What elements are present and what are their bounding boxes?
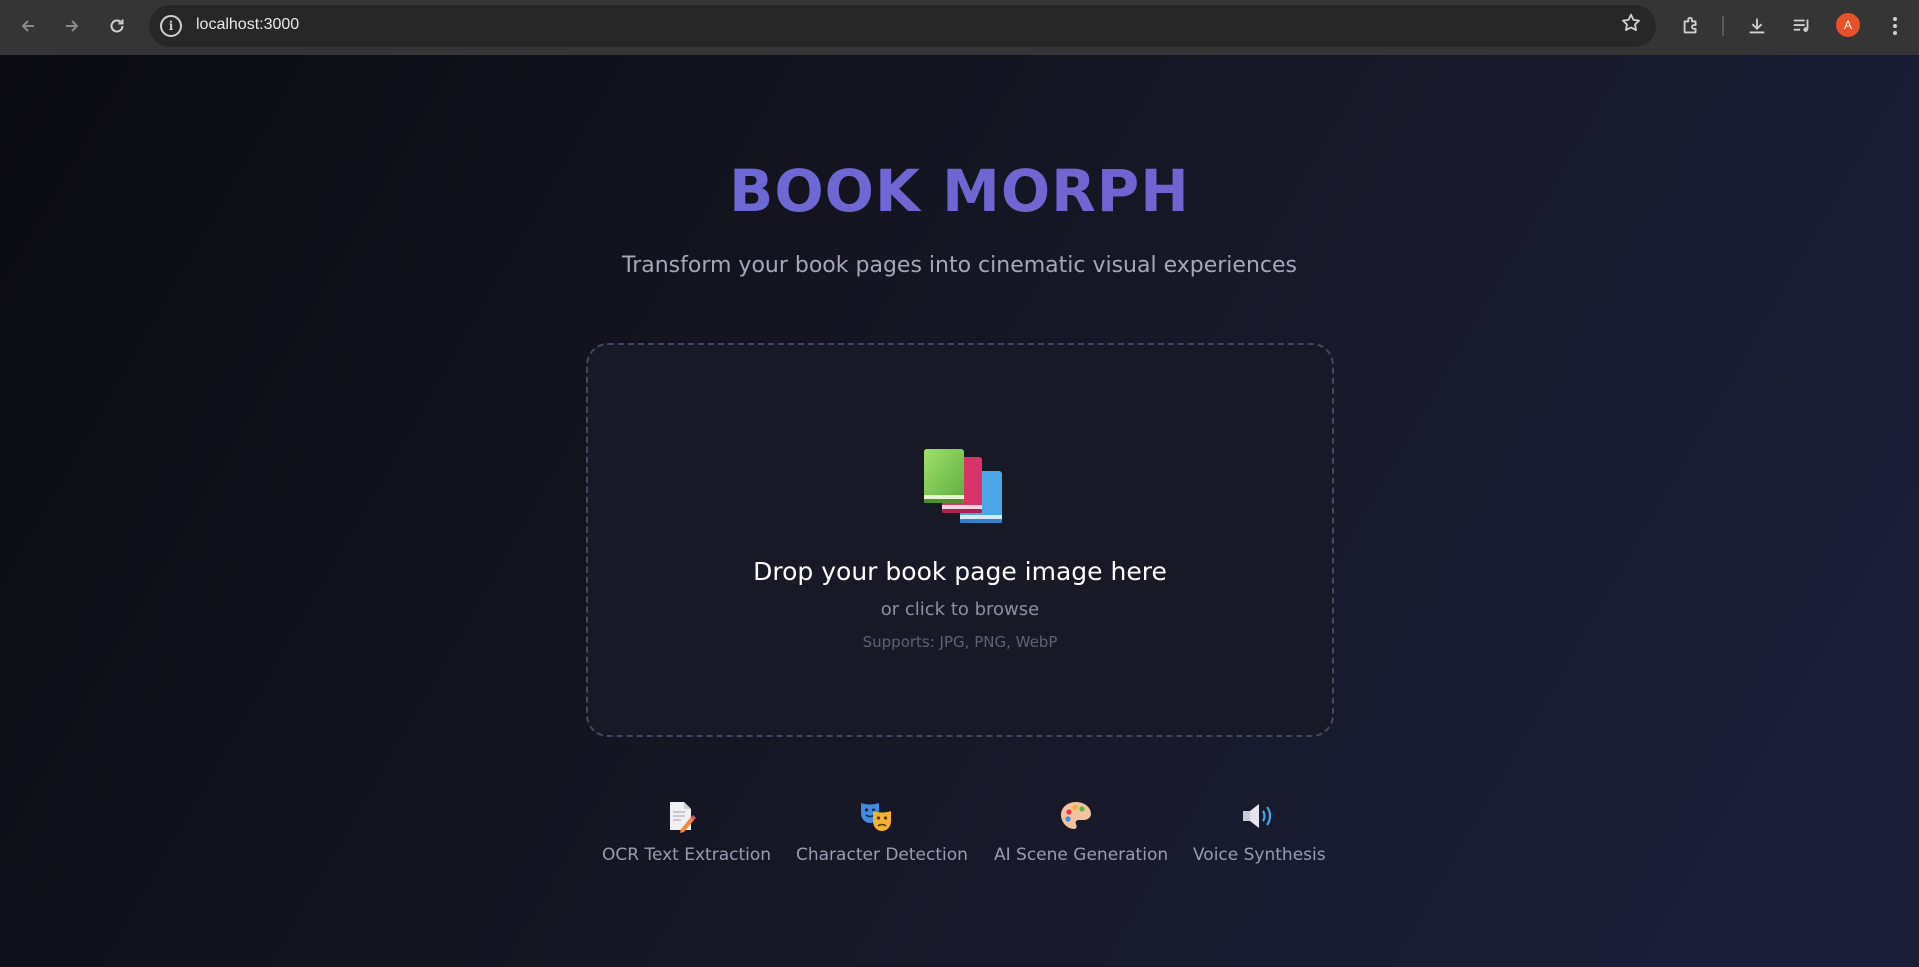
dropzone-browse-text[interactable]: or click to browse xyxy=(588,599,1332,620)
menu-dots-icon[interactable] xyxy=(1880,8,1910,44)
toolbar-divider xyxy=(1722,16,1724,36)
feature-scene-generation: AI Scene Generation xyxy=(994,799,1169,865)
feature-label: Character Detection xyxy=(796,845,968,865)
forward-button[interactable] xyxy=(52,6,92,46)
site-info-icon[interactable]: i xyxy=(160,15,182,37)
upload-dropzone[interactable]: Drop your book page image here or click … xyxy=(586,343,1334,737)
star-icon[interactable] xyxy=(1620,12,1642,40)
theater-masks-icon xyxy=(861,803,891,831)
media-controls-icon[interactable] xyxy=(1784,8,1820,44)
download-icon[interactable] xyxy=(1739,8,1775,44)
speaker-icon xyxy=(1243,804,1272,828)
back-arrow-icon xyxy=(21,20,34,32)
page-body: BOOK MORPH Transform your book pages int… xyxy=(0,55,1919,967)
feature-voice-synthesis: Voice Synthesis xyxy=(1193,799,1326,865)
feature-ocr: OCR Text Extraction xyxy=(602,799,772,865)
document-pencil-icon xyxy=(670,802,696,833)
reload-button[interactable] xyxy=(97,6,137,46)
reload-icon xyxy=(110,19,124,33)
feature-label: AI Scene Generation xyxy=(994,845,1169,865)
palette-icon xyxy=(1061,802,1091,829)
feature-label: Voice Synthesis xyxy=(1193,845,1326,865)
profile-avatar[interactable]: A xyxy=(1836,13,1860,37)
back-button[interactable] xyxy=(8,6,48,46)
extensions-icon[interactable] xyxy=(1673,8,1709,44)
page-title: BOOK MORPH xyxy=(0,157,1919,225)
feature-label: OCR Text Extraction xyxy=(602,845,772,865)
dropzone-supported-formats: Supports: JPG, PNG, WebP xyxy=(862,633,1058,651)
books-icon xyxy=(924,449,1002,523)
forward-arrow-icon xyxy=(66,20,79,32)
feature-character-detection: Character Detection xyxy=(796,799,968,865)
address-bar[interactable]: i localhost:3000 xyxy=(149,5,1656,47)
feature-list: OCR Text Extraction Character Detection xyxy=(0,799,1919,879)
url-text[interactable]: localhost:3000 xyxy=(196,16,299,34)
page-subtitle: Transform your book pages into cinematic… xyxy=(622,253,1297,278)
dropzone-title: Drop your book page image here xyxy=(753,557,1167,586)
browser-toolbar: i localhost:3000 A xyxy=(0,0,1919,55)
